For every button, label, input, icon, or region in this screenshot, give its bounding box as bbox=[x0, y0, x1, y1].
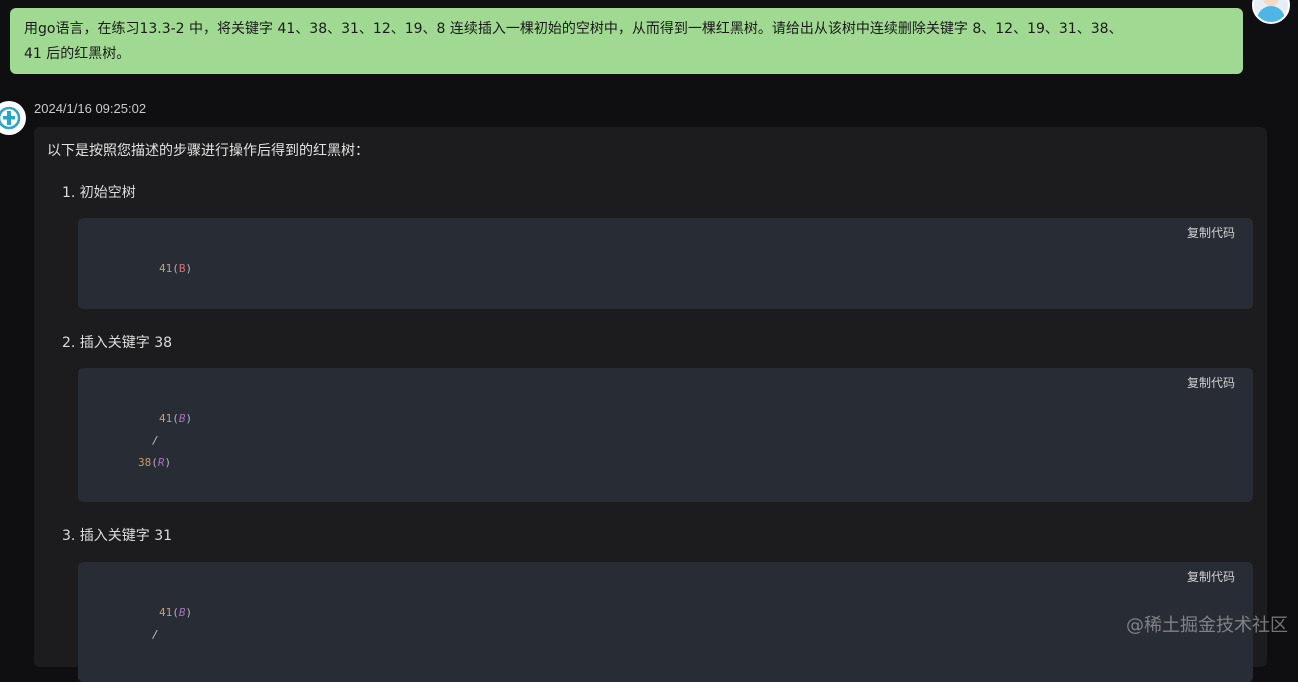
site-watermark: @稀土掘金技术社区 bbox=[1126, 615, 1288, 636]
answer-intro: 以下是按照您描述的步骤进行操作后得到的红黑树： bbox=[47, 143, 369, 159]
code-line-node: 38(R) bbox=[138, 456, 172, 469]
code-content: 41(B) bbox=[78, 218, 192, 275]
code-line-edge: / bbox=[152, 628, 159, 641]
user-message-bubble: 用go语言，在练习13.3-2 中，将关键字 41、38、31、12、19、8 … bbox=[10, 8, 1243, 74]
assistant-avatar[interactable] bbox=[0, 101, 26, 135]
copy-code-button[interactable]: 复制代码 bbox=[1187, 224, 1235, 241]
step-3-code-block: 复制代码 41(B) / bbox=[78, 562, 1253, 682]
code-content: 41(B) / bbox=[78, 562, 192, 641]
code-line-node: 41(B) bbox=[159, 412, 193, 425]
assistant-answer-card: 以下是按照您描述的步骤进行操作后得到的红黑树： 1. 初始空树 复制代码 41(… bbox=[34, 127, 1267, 682]
step-2-label: 2. 插入关键字 38 bbox=[62, 335, 173, 351]
code-line-node: 41(B) bbox=[159, 606, 193, 619]
user-avatar[interactable] bbox=[1252, 0, 1290, 24]
copy-code-button[interactable]: 复制代码 bbox=[1187, 568, 1235, 585]
user-message-line-1: 用go语言，在练习13.3-2 中，将关键字 41、38、31、12、19、8 … bbox=[24, 21, 1123, 37]
assistant-logo-icon bbox=[0, 106, 21, 130]
message-timestamp: 2024/1/16 09:25:02 bbox=[34, 101, 147, 116]
step-3-label: 3. 插入关键字 31 bbox=[62, 528, 173, 544]
code-line-edge: / bbox=[152, 434, 159, 447]
step-2-code-block: 复制代码 41(B) / 38(R) bbox=[78, 368, 1253, 502]
step-1-code-block: 复制代码 41(B) bbox=[78, 218, 1253, 309]
code-line-node: 41(B) bbox=[159, 262, 193, 275]
code-content: 41(B) / 38(R) bbox=[78, 368, 192, 469]
copy-code-button[interactable]: 复制代码 bbox=[1187, 374, 1235, 391]
user-message-line-2: 41 后的红黑树。 bbox=[24, 46, 131, 62]
step-1-label: 1. 初始空树 bbox=[62, 185, 136, 201]
user-avatar-body bbox=[1257, 6, 1285, 22]
